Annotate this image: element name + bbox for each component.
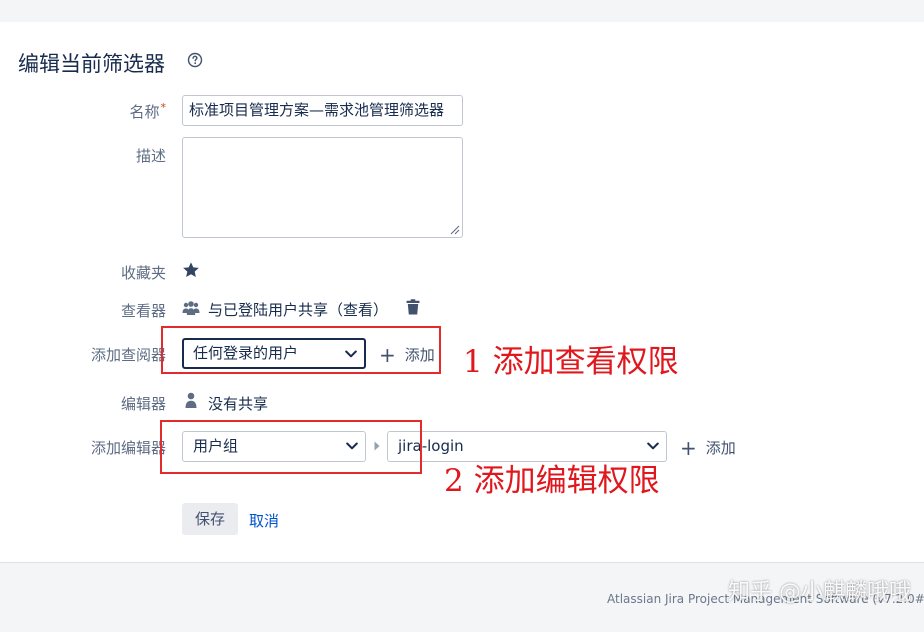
trash-icon[interactable] bbox=[406, 299, 420, 315]
description-label: 描述 bbox=[135, 147, 166, 165]
name-label: 名称* bbox=[129, 101, 167, 121]
cancel-link[interactable]: 取消 bbox=[249, 510, 279, 531]
person-icon bbox=[185, 392, 197, 408]
description-textarea[interactable] bbox=[182, 137, 463, 238]
annotation-step-2: 2 添加编辑权限 bbox=[444, 463, 660, 499]
add-editor-button[interactable]: + 添加 bbox=[680, 437, 736, 458]
annotation-box-editor bbox=[160, 420, 422, 474]
save-button[interactable]: 保存 bbox=[182, 503, 238, 535]
required-mark: * bbox=[160, 101, 167, 114]
add-viewer-label: 添加查阅器 bbox=[90, 346, 166, 364]
annotation-step-1: 1 添加查看权限 bbox=[463, 344, 679, 380]
favourite-label: 收藏夹 bbox=[120, 264, 166, 282]
top-bar bbox=[0, 0, 924, 23]
users-icon bbox=[182, 301, 200, 315]
page-title: 编辑当前筛选器 bbox=[18, 52, 165, 76]
add-editor-label: 添加编辑器 bbox=[90, 439, 166, 457]
editors-label: 编辑器 bbox=[120, 395, 166, 413]
editors-value: 没有共享 bbox=[208, 395, 269, 413]
star-icon[interactable] bbox=[182, 261, 200, 279]
plus-icon: + bbox=[680, 435, 697, 460]
viewers-value: 与已登陆用户共享（查看） bbox=[208, 301, 389, 319]
question-circle-icon[interactable] bbox=[187, 52, 203, 68]
watermark: 知乎 @小麒麟哦哦 bbox=[728, 580, 911, 605]
name-input[interactable]: 标准项目管理方案—需求池管理筛选器 bbox=[182, 95, 463, 126]
viewers-label: 查看器 bbox=[120, 302, 166, 320]
chevron-down-icon bbox=[647, 442, 659, 450]
annotation-box-viewer bbox=[161, 326, 441, 374]
resize-grip-icon[interactable] bbox=[450, 225, 460, 235]
